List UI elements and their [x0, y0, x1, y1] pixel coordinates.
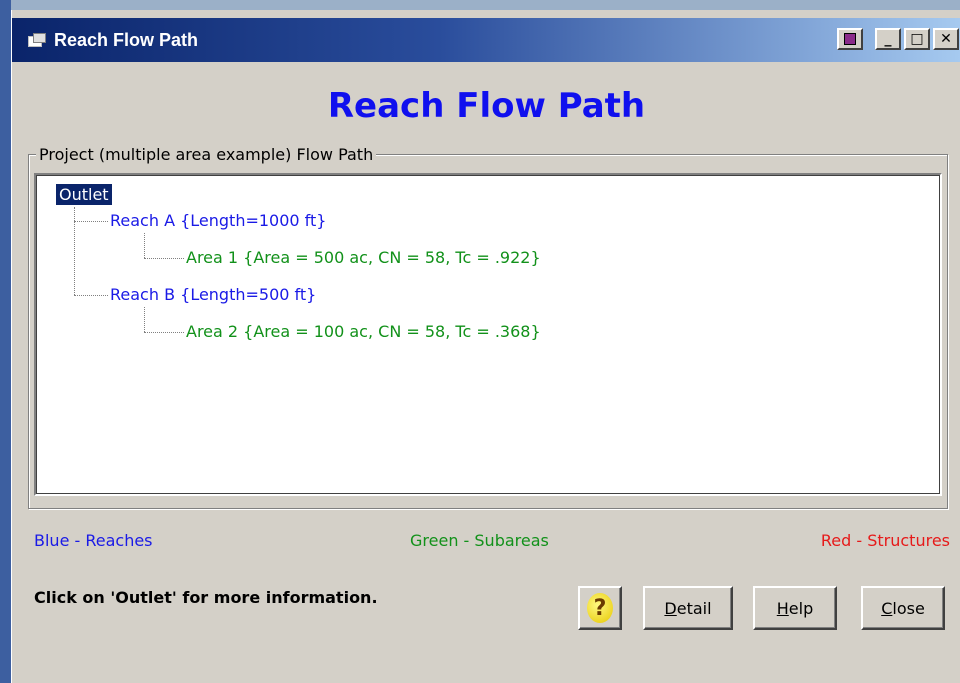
tree-connector — [144, 233, 145, 258]
close-button[interactable]: Close — [861, 586, 945, 630]
tree-node-outlet[interactable]: Outlet — [55, 183, 113, 206]
title-bar-controls: _ □ ✕ — [837, 28, 959, 50]
help-accelerator: H — [776, 598, 789, 618]
reach-flow-path-window: Reach Flow Path _ □ ✕ Reach Flow Path Pr… — [11, 10, 960, 683]
tree-connector — [144, 258, 184, 259]
desktop-left-edge — [0, 0, 11, 683]
window-app-icon[interactable] — [28, 33, 46, 47]
window-title: Reach Flow Path — [54, 29, 199, 50]
legend-subareas: Green - Subareas — [410, 531, 549, 550]
maximize-button[interactable]: □ — [904, 28, 930, 50]
detail-label: etail — [676, 598, 712, 618]
minimize-button[interactable]: _ — [875, 28, 901, 50]
desktop-background-strip — [0, 0, 960, 10]
question-mark-icon: ? — [587, 593, 613, 623]
close-accelerator: C — [881, 598, 893, 618]
close-window-button[interactable]: ✕ — [933, 28, 959, 50]
legend-structures: Red - Structures — [820, 531, 950, 550]
tree-connector — [74, 295, 108, 296]
flow-path-group-label: Project (multiple area example) Flow Pat… — [36, 145, 377, 164]
flow-path-tree[interactable]: Outlet Reach A {Length=1000 ft} Area 1 {… — [34, 173, 942, 496]
tree-node-reach-a[interactable]: Reach A {Length=1000 ft} — [110, 211, 326, 230]
help-label: elp — [788, 598, 814, 618]
title-bar[interactable]: Reach Flow Path _ □ ✕ — [12, 18, 960, 62]
extra-window-button[interactable] — [837, 28, 863, 50]
tree-node-reach-b[interactable]: Reach B {Length=500 ft} — [110, 285, 316, 304]
detail-button[interactable]: Detail — [643, 586, 733, 630]
detail-accelerator: D — [664, 598, 677, 618]
tree-node-area-2[interactable]: Area 2 {Area = 100 ac, CN = 58, Tc = .36… — [186, 322, 541, 341]
help-topics-button[interactable]: ? — [578, 586, 622, 630]
legend-reaches: Blue - Reaches — [34, 531, 153, 550]
tree-connector — [144, 332, 184, 333]
tree-node-area-1[interactable]: Area 1 {Area = 500 ac, CN = 58, Tc = .92… — [186, 248, 541, 267]
info-message: Click on 'Outlet' for more information. — [34, 588, 378, 607]
close-label: lose — [892, 598, 925, 618]
help-button[interactable]: Help — [753, 586, 837, 630]
page-heading: Reach Flow Path — [327, 86, 646, 126]
tree-connector — [144, 307, 145, 332]
tree-connector — [74, 221, 108, 222]
